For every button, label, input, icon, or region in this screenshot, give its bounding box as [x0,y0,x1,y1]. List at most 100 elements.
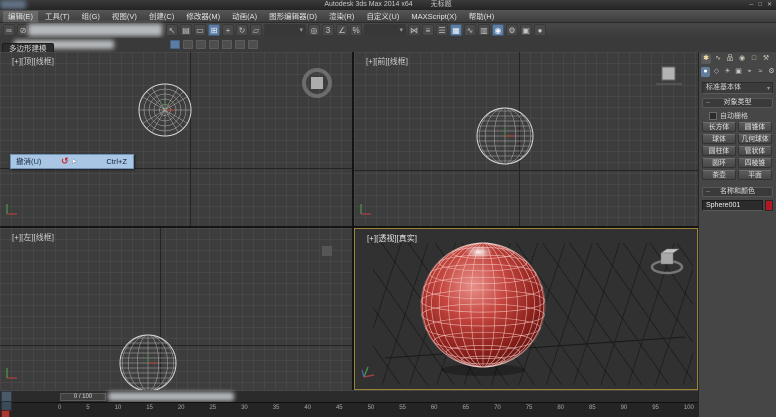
lights-category-icon[interactable]: ☀ [723,67,732,77]
ribbon-tool-icon[interactable] [183,40,193,49]
viewport-label[interactable]: [+][顶][线框] [12,56,54,67]
close-button[interactable]: ✕ [767,0,772,10]
render-production-icon[interactable]: ● [534,24,546,36]
object-type-button[interactable]: 球体 [702,134,736,144]
percent-snap-icon[interactable]: % [350,24,362,36]
align-icon[interactable]: ≡ [422,24,434,36]
axis-tripod [361,365,377,381]
rollout-object-type[interactable]: 对象类型 [702,98,773,108]
ribbon-tool-icon[interactable] [209,40,219,49]
selection-region-icon[interactable]: ▭ [194,24,206,36]
reference-coordinate-dropdown[interactable] [264,24,306,36]
named-selection-dropdown[interactable] [364,24,406,36]
viewcube[interactable] [647,241,687,277]
primitive-type-dropdown[interactable]: 标准基本体 [702,82,773,94]
schematic-view-icon[interactable]: ▥ [478,24,490,36]
systems-category-icon[interactable]: ⚙ [767,67,776,77]
viewcube[interactable] [320,244,334,258]
viewport-top[interactable]: [+][顶][线框] [0,52,352,226]
cameras-category-icon[interactable]: ▣ [734,67,743,77]
layer-manager-icon[interactable]: ☰ [436,24,448,36]
title-bar[interactable]: Autodesk 3ds Max 2014 x64无标题 ─□✕ [0,0,776,10]
track-bar[interactable]: 0510152025303540455055606570758085909510… [0,402,698,417]
select-scale-icon[interactable]: ▱ [250,24,262,36]
shapes-category-icon[interactable]: ◇ [712,67,721,77]
menu-item[interactable]: 自定义(U) [360,10,405,23]
sphere-object-shaded[interactable] [407,237,557,379]
object-type-button[interactable]: 四棱锥 [738,158,772,168]
menu-item[interactable]: 视图(V) [106,10,143,23]
menu-item[interactable]: 图形编辑器(D) [263,10,323,23]
maximize-button[interactable]: □ [758,0,762,10]
modify-tab-icon[interactable]: ∿ [713,54,723,64]
render-setup-icon[interactable]: ⚙ [506,24,518,36]
geometry-category-icon[interactable]: ● [701,67,710,77]
object-type-button[interactable]: 茶壶 [702,170,736,180]
object-type-button[interactable]: 圆环 [702,158,736,168]
select-rotate-icon[interactable]: ↻ [236,24,248,36]
create-category-icons: ●◇☀▣⌖≈⚙ [701,67,776,77]
viewport-label[interactable]: [+][左][线框] [12,232,54,243]
menu-item[interactable]: 动画(A) [226,10,263,23]
spacewarps-category-icon[interactable]: ≈ [756,67,765,77]
object-color-swatch[interactable] [765,200,773,211]
motion-tab-icon[interactable]: ◉ [737,54,747,64]
menu-item[interactable]: 渲染(R) [323,10,360,23]
angle-snap-icon[interactable]: ∠ [336,24,348,36]
time-slider[interactable]: 0 / 100 [0,390,698,402]
select-move-icon[interactable]: + [222,24,234,36]
object-type-button[interactable]: 几何球体 [738,134,772,144]
create-tab-icon[interactable]: ✱ [701,54,711,64]
rendered-frame-icon[interactable]: ▣ [520,24,532,36]
use-pivot-center-icon[interactable]: ◎ [308,24,320,36]
minimize-button[interactable]: ─ [749,0,753,10]
select-object-icon[interactable]: ↖ [166,24,178,36]
menu-item[interactable]: 组(G) [76,10,106,23]
helpers-category-icon[interactable]: ⌖ [745,67,754,77]
autogrid-checkbox[interactable] [709,112,717,120]
material-editor-icon[interactable]: ◉ [492,24,504,36]
menu-item[interactable]: 工具(T) [39,10,76,23]
viewport-label[interactable]: [+][前][线框] [366,56,408,67]
menu-item[interactable]: 修改器(M) [180,10,226,23]
snap-toggle-icon[interactable]: 3 [322,24,334,36]
ribbon-tool-icon[interactable] [222,40,232,49]
utilities-tab-icon[interactable]: ⚒ [761,54,771,64]
viewcube[interactable] [652,64,686,88]
hierarchy-tab-icon[interactable]: 品 [725,54,735,64]
ribbon-tool-icon[interactable] [248,40,258,49]
object-type-button[interactable]: 管状体 [738,146,772,156]
rollout-name-color[interactable]: 名称和颜色 [702,187,773,197]
sphere-object-top-view[interactable] [137,82,193,138]
menu-item[interactable]: 帮助(H) [463,10,500,23]
menu-item[interactable]: 创建(C) [143,10,180,23]
window-crossing-icon[interactable]: ⊞ [208,24,220,36]
ribbon-tool-icon[interactable] [170,40,180,49]
select-by-name-icon[interactable]: ▤ [180,24,192,36]
command-panel-tabs: ✱∿品◉□⚒ [701,54,771,64]
mirror-icon[interactable]: ⋈ [408,24,420,36]
ribbon-tool-icon[interactable] [235,40,245,49]
timeline-corner-icon[interactable] [1,410,10,417]
menu-item[interactable]: MAXScript(X) [405,11,462,22]
object-type-button[interactable]: 圆柱体 [702,146,736,156]
object-type-button[interactable]: 长方体 [702,122,736,132]
viewport-front[interactable]: [+][前][线框] [354,52,698,226]
select-and-link-icon[interactable]: ∞ [3,24,15,36]
time-slider-handle[interactable]: 0 / 100 [60,393,106,401]
graphite-ribbon-toggle-icon[interactable]: ▦ [450,24,462,36]
curve-editor-icon[interactable]: ∿ [464,24,476,36]
sphere-object-front-view[interactable] [474,105,536,167]
display-tab-icon[interactable]: □ [749,54,759,64]
viewport-left[interactable]: [+][左][线框] [0,228,352,390]
object-type-button[interactable]: 平面 [738,170,772,180]
object-type-button[interactable]: 圆锥体 [738,122,772,132]
object-name-field[interactable]: Sphere001 [702,200,763,211]
sphere-object-left-view[interactable] [117,332,179,390]
viewport-perspective-active[interactable]: [+][透视][真实] [354,228,698,390]
ribbon-tool-icon[interactable] [196,40,206,49]
viewcube[interactable] [298,64,336,102]
frame-tick: 40 [304,405,311,411]
undo-menu-item[interactable]: 撤消(U) ↺ ➤ Ctrl+Z [10,154,134,169]
menu-item[interactable]: 编辑(E) [2,10,39,23]
